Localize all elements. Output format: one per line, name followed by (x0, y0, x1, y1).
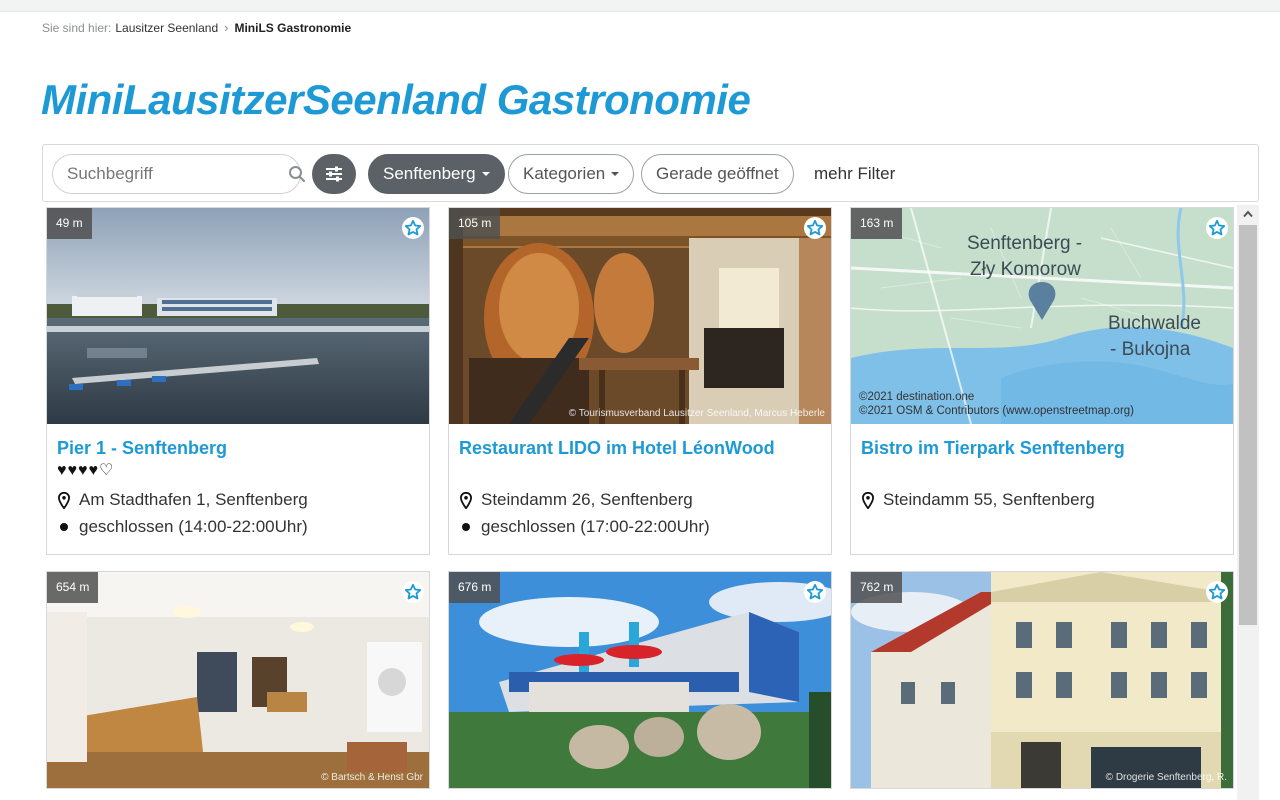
card-image[interactable]: 654 m © Bartsch & Henst Gbr (47, 572, 429, 788)
card-opening-text: geschlossen (14:00-22:00Uhr) (79, 517, 308, 536)
result-card[interactable]: 654 m © Bartsch & Henst Gbr (46, 571, 430, 789)
map: Senftenberg - Zły Komorow Buchwalde - Bu… (851, 208, 1233, 424)
image-credit: © Tourismusverband Lausitzer Seenland, M… (568, 408, 825, 419)
map-pin-icon (459, 491, 473, 509)
breadcrumb: Sie sind hier: Lausitzer Seenland › Mini… (42, 20, 351, 35)
card-image[interactable]: 49 m (47, 208, 429, 424)
result-card[interactable]: 49 m Pier 1 - Senftenberg ♥♥♥♥♡ Am Stadt… (46, 207, 430, 555)
favorite-star-icon[interactable] (402, 217, 424, 239)
result-card[interactable]: 762 m © Drogerie Senftenberg, R. (850, 571, 1234, 789)
favorite-star-icon[interactable] (804, 581, 826, 603)
breadcrumb-link-lausitzer-seenland[interactable]: Lausitzer Seenland (115, 21, 218, 35)
categories-dropdown-label: Kategorien (523, 164, 606, 183)
map-pin-icon (861, 491, 875, 509)
result-card[interactable]: 676 m (448, 571, 832, 789)
status-dot-icon (459, 523, 473, 531)
results-scrollbar[interactable] (1237, 205, 1259, 800)
search-input[interactable] (67, 164, 288, 184)
card-image[interactable]: 676 m (449, 572, 831, 788)
map-attribution: ©2021 OSM & Contributors (www.openstreet… (859, 405, 1134, 417)
scroll-up-arrow-icon[interactable] (1237, 205, 1259, 223)
brewery-restaurant-photo (449, 208, 831, 424)
card-image[interactable]: 105 m © Tourismusverband Lausitzer Seenl… (449, 208, 831, 424)
distance-badge: 163 m (851, 208, 903, 239)
rating-hearts: ♥♥♥♥♡ (57, 462, 115, 479)
results-grid: 49 m Pier 1 - Senftenberg ♥♥♥♥♡ Am Stadt… (42, 205, 1237, 800)
categories-dropdown[interactable]: Kategorien (508, 154, 635, 194)
historic-building-photo (851, 572, 1233, 788)
more-filters-link[interactable]: mehr Filter (814, 164, 895, 184)
modern-building-photo (449, 572, 831, 788)
card-address: Am Stadthafen 1, Senftenberg (57, 490, 308, 510)
page-title: MiniLausitzerSeenland Gastronomie (41, 76, 751, 123)
breadcrumb-current: MiniLS Gastronomie (234, 20, 352, 35)
favorite-star-icon[interactable] (1206, 581, 1228, 603)
card-title[interactable]: Bistro im Tierpark Senftenberg (861, 438, 1223, 459)
harbor-photo (47, 208, 429, 424)
card-address: Steindamm 55, Senftenberg (861, 490, 1095, 510)
result-card[interactable]: Senftenberg - Zły Komorow Buchwalde - Bu… (850, 207, 1234, 555)
distance-badge: 762 m (851, 572, 903, 603)
image-credit: © Drogerie Senftenberg, R. (1105, 772, 1227, 783)
distance-badge: 49 m (47, 208, 92, 239)
result-card[interactable]: 105 m © Tourismusverband Lausitzer Seenl… (448, 207, 832, 555)
card-opening-status: geschlossen (14:00-22:00Uhr) (57, 517, 308, 537)
card-map[interactable]: Senftenberg - Zły Komorow Buchwalde - Bu… (851, 208, 1233, 424)
breadcrumb-prefix: Sie sind hier: (42, 20, 112, 35)
card-address-text: Steindamm 26, Senftenberg (481, 490, 693, 509)
map-label: Zły Komorow (970, 259, 1081, 280)
caret-down-icon (611, 172, 620, 176)
sliders-icon (326, 166, 342, 182)
filter-settings-button[interactable] (312, 154, 356, 194)
search-icon[interactable] (288, 163, 306, 185)
distance-badge: 105 m (449, 208, 501, 239)
favorite-star-icon[interactable] (1206, 217, 1228, 239)
card-title[interactable]: Restaurant LIDO im Hotel LéonWood (459, 438, 821, 459)
favorite-star-icon[interactable] (804, 217, 826, 239)
distance-badge: 654 m (47, 572, 99, 603)
map-attribution: ©2021 destination.one (859, 391, 974, 403)
map-label: Buchwalde (1108, 313, 1201, 334)
status-dot-icon (57, 523, 71, 531)
card-opening-status: geschlossen (17:00-22:00Uhr) (459, 517, 710, 537)
location-dropdown-label: Senftenberg (383, 164, 476, 183)
image-credit: © Bartsch & Henst Gbr (321, 772, 423, 783)
cafe-interior-photo (47, 572, 429, 788)
favorite-star-icon[interactable] (402, 581, 424, 603)
card-opening-text: geschlossen (17:00-22:00Uhr) (481, 517, 710, 536)
browser-top-strip (0, 0, 1280, 12)
breadcrumb-separator-icon: › (224, 20, 229, 35)
map-label: Senftenberg - (967, 233, 1082, 254)
map-pin-icon (57, 491, 71, 509)
map-label: - Bukojna (1110, 339, 1191, 360)
open-now-toggle[interactable]: Gerade geöffnet (641, 154, 794, 194)
card-address-text: Steindamm 55, Senftenberg (883, 490, 1095, 509)
card-image[interactable]: 762 m © Drogerie Senftenberg, R. (851, 572, 1233, 788)
card-address-text: Am Stadthafen 1, Senftenberg (79, 490, 308, 509)
filter-bar: Senftenberg Kategorien Gerade geöffnet m… (42, 144, 1259, 202)
scrollbar-thumb[interactable] (1239, 225, 1257, 625)
card-title[interactable]: Pier 1 - Senftenberg (57, 438, 419, 459)
search-box (52, 154, 306, 194)
open-now-label: Gerade geöffnet (656, 164, 779, 183)
caret-down-icon (481, 172, 490, 176)
card-address: Steindamm 26, Senftenberg (459, 490, 693, 510)
distance-badge: 676 m (449, 572, 501, 603)
location-dropdown[interactable]: Senftenberg (368, 154, 505, 194)
